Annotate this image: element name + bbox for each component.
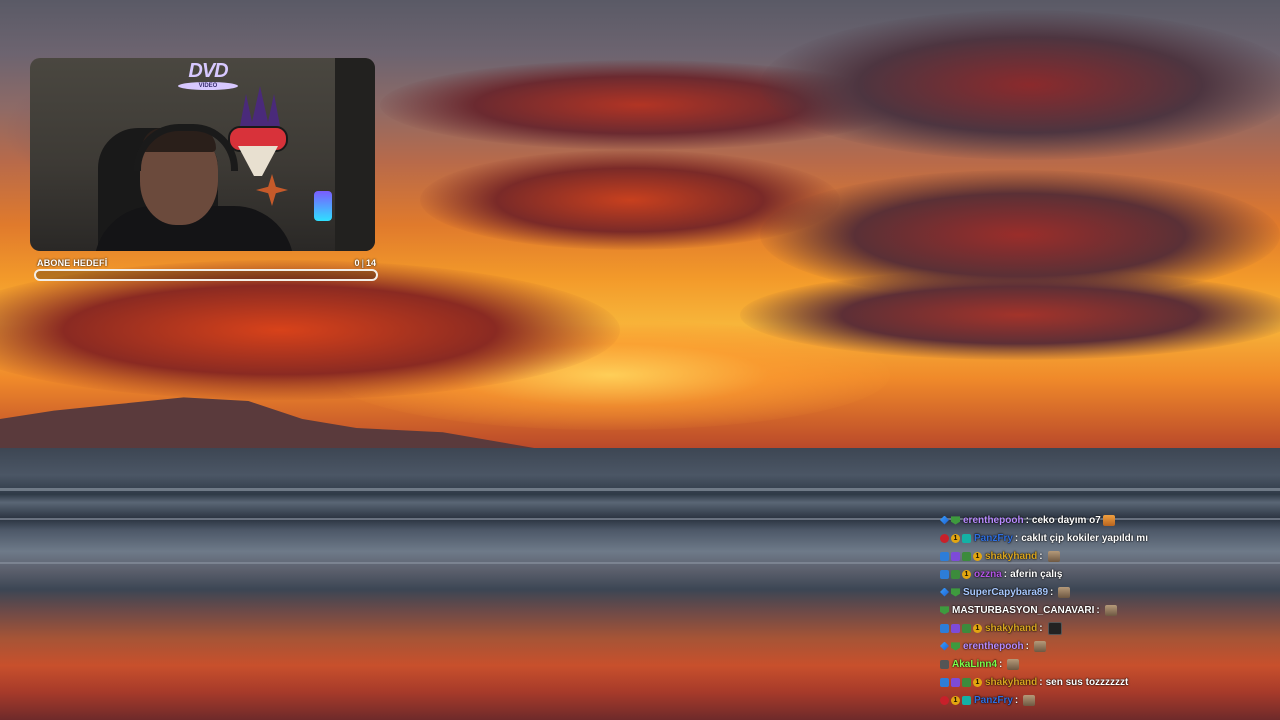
cloud bbox=[760, 10, 1280, 160]
subscriber-goal: ABONE HEDEFİ 0 | 14 bbox=[34, 257, 378, 283]
chat-message: MASTURBASYON_CANAVARI: bbox=[940, 601, 1270, 619]
teal-badge-icon bbox=[962, 695, 971, 705]
dvd-logo-text: DVD bbox=[188, 59, 228, 82]
chat-colon: : bbox=[1025, 640, 1029, 652]
red-badge-icon bbox=[940, 533, 949, 543]
chat-overlay: erenthepooh: ceko dayım o7 1 PanzFry: caklıt… bbox=[940, 511, 1270, 709]
chat-username[interactable]: erenthepooh bbox=[963, 515, 1024, 526]
goal-target: 14 bbox=[365, 258, 376, 268]
chat-text: caklıt çip kokiler yapıldı mı bbox=[1021, 532, 1148, 544]
poster-mask bbox=[238, 146, 278, 176]
green-badge-icon bbox=[962, 551, 971, 561]
blue-badge-icon bbox=[940, 677, 949, 687]
chat-message: 1 shakyhand: bbox=[940, 619, 1270, 637]
goal-current: 0 bbox=[354, 258, 360, 268]
sub-badge-icon bbox=[940, 606, 949, 615]
emote-icon bbox=[1047, 550, 1060, 562]
wave bbox=[0, 488, 1280, 491]
room-wall bbox=[335, 58, 375, 251]
chat-message: 1 shakyhand: sen sus tozzzzzzt bbox=[940, 673, 1270, 691]
chat-username[interactable]: shakyhand bbox=[985, 623, 1037, 634]
poster-spikes bbox=[240, 86, 280, 126]
one-badge-icon: 1 bbox=[973, 677, 982, 687]
chat-username[interactable]: PanzFry bbox=[974, 695, 1013, 706]
chat-colon: : bbox=[1039, 550, 1043, 562]
emote-icon bbox=[1023, 694, 1036, 706]
poster-spike bbox=[256, 174, 288, 206]
chat-colon: : bbox=[1096, 604, 1100, 616]
goal-title: ABONE HEDEFİ bbox=[37, 258, 108, 268]
red-badge-icon bbox=[940, 695, 949, 705]
chat-text: sen sus tozzzzzzt bbox=[1045, 676, 1129, 688]
chat-message: 1 PanzFry: bbox=[940, 691, 1270, 709]
chat-text: ceko dayım o7 bbox=[1031, 514, 1101, 526]
green-badge-icon bbox=[962, 623, 971, 633]
teal-badge-icon bbox=[962, 533, 971, 543]
chat-username[interactable]: ozzna bbox=[974, 569, 1002, 580]
emote-icon bbox=[1033, 640, 1046, 652]
chat-message: erenthepooh: ceko dayım o7 bbox=[940, 511, 1270, 529]
chat-colon: : bbox=[1014, 694, 1019, 706]
emote-icon bbox=[1104, 604, 1117, 616]
emote-icon bbox=[1102, 514, 1115, 526]
goal-progress-bar bbox=[34, 269, 378, 281]
goal-count: 0 | 14 bbox=[354, 258, 376, 268]
one-badge-icon: 1 bbox=[962, 569, 971, 579]
chat-message: 1 shakyhand: bbox=[940, 547, 1270, 565]
chat-username[interactable]: shakyhand bbox=[985, 677, 1037, 688]
cloud bbox=[740, 270, 1280, 360]
one-badge-icon: 1 bbox=[973, 623, 982, 633]
bits-badge-icon bbox=[940, 641, 949, 651]
emote-icon bbox=[1007, 658, 1020, 670]
chat-message: 1 ozzna: aferin çalış bbox=[940, 565, 1270, 583]
gray-badge-icon bbox=[940, 659, 949, 669]
chat-username[interactable]: MASTURBASYON_CANAVARI bbox=[952, 605, 1094, 616]
chat-username[interactable]: PanzFry bbox=[974, 533, 1013, 544]
sub-badge-icon bbox=[951, 588, 960, 597]
wall-poster bbox=[220, 86, 300, 206]
chat-username[interactable]: shakyhand bbox=[985, 551, 1037, 562]
chat-username[interactable]: SuperCapybara89 bbox=[963, 587, 1048, 598]
one-badge-icon: 1 bbox=[973, 551, 982, 561]
purple-badge-icon bbox=[951, 677, 960, 687]
bits-badge-icon bbox=[940, 587, 949, 597]
emote-icon bbox=[1058, 586, 1071, 598]
blue-badge-icon bbox=[940, 551, 949, 561]
purple-badge-icon bbox=[951, 551, 960, 561]
sub-badge-icon bbox=[951, 642, 960, 651]
sub-badge-icon bbox=[951, 516, 960, 525]
chat-message: erenthepooh: bbox=[940, 637, 1270, 655]
purple-badge-icon bbox=[951, 623, 960, 633]
chat-colon: : bbox=[1025, 514, 1029, 526]
chat-colon: : bbox=[1014, 532, 1019, 544]
blue-badge-icon bbox=[940, 623, 949, 633]
green-badge-icon bbox=[962, 677, 971, 687]
chat-message: SuperCapybara89: bbox=[940, 583, 1270, 601]
chat-message: 1 PanzFry: caklıt çip kokiler yapıldı mı bbox=[940, 529, 1270, 547]
chat-username[interactable]: AkaLinn4 bbox=[952, 659, 997, 670]
emote-icon bbox=[1047, 621, 1062, 635]
chat-text: aferin çalış bbox=[1010, 568, 1063, 580]
chat-message: AkaLinn4: bbox=[940, 655, 1270, 673]
chat-colon: : bbox=[1039, 622, 1043, 634]
dvd-logo-sub: VIDEO bbox=[178, 81, 238, 90]
chat-username[interactable]: erenthepooh bbox=[963, 641, 1024, 652]
dvd-logo: DVD VIDEO bbox=[176, 60, 240, 90]
bits-badge-icon bbox=[940, 515, 949, 525]
chat-colon: : bbox=[999, 658, 1003, 670]
one-badge-icon: 1 bbox=[951, 695, 960, 705]
chat-colon: : bbox=[1003, 568, 1008, 580]
goal-separator: | bbox=[361, 258, 364, 268]
webcam-feed: DVD VIDEO bbox=[30, 58, 375, 251]
green-badge-icon bbox=[951, 569, 960, 579]
rgb-lamp bbox=[314, 191, 332, 221]
chat-colon: : bbox=[1039, 676, 1043, 688]
one-badge-icon: 1 bbox=[951, 533, 960, 543]
blue-badge-icon bbox=[940, 569, 949, 579]
chat-colon: : bbox=[1050, 586, 1054, 598]
